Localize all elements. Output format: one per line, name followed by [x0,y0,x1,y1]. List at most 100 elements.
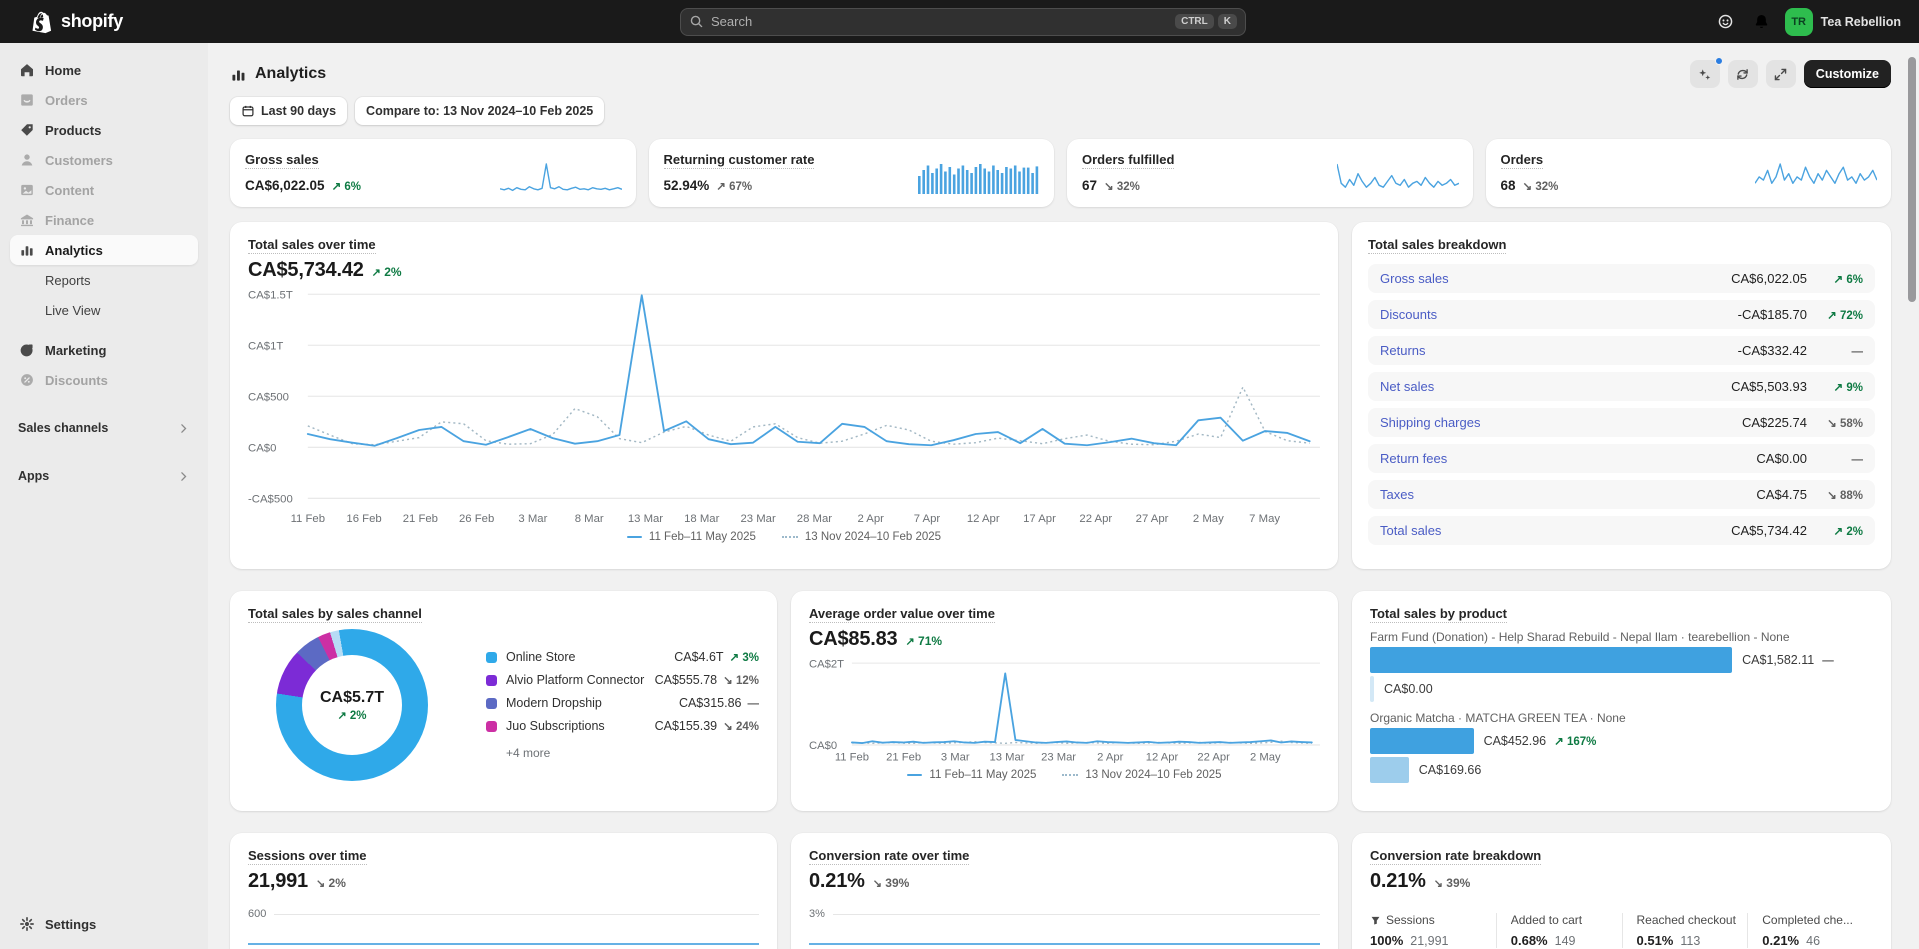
sidebar-item-live-view[interactable]: Live View [10,295,198,325]
card-title: Average order value over time [809,606,1320,621]
breakdown-row-discounts[interactable]: Discounts-CA$185.70↗ 72% [1368,300,1875,329]
sidebar-item-discounts[interactable]: Discounts [10,365,198,395]
content-icon [18,182,35,199]
svg-text:22 Apr: 22 Apr [1079,513,1112,525]
svg-text:16 Feb: 16 Feb [346,513,381,525]
sidebar-item-reports[interactable]: Reports [10,265,198,295]
bell-icon [1753,13,1770,30]
refresh-button[interactable] [1728,60,1758,88]
card-title: Sessions over time [248,848,759,863]
svg-text:2 May: 2 May [1193,513,1224,525]
sidebar-item-settings[interactable]: Settings [10,909,198,939]
funnel-step-count: 21,991 [1410,934,1448,948]
funnel-step-label: Reached checkout [1637,913,1748,927]
sidebar-item-marketing[interactable]: Marketing [10,335,198,365]
notifications-button[interactable] [1747,7,1777,37]
chart-legend: 11 Feb–11 May 2025 13 Nov 2024–10 Feb 20… [809,769,1320,781]
kpi-value: 68 [1501,178,1516,193]
svg-text:7 Apr: 7 Apr [914,513,941,525]
card-title: Total sales by product [1370,606,1873,621]
breakdown-link: Total sales [1380,523,1731,538]
more-channels-link[interactable]: +4 more [506,746,759,760]
kpi-card-gross-sales[interactable]: Gross salesCA$6,022.05↗ 6% [230,139,636,207]
sidebar-item-analytics[interactable]: Analytics [10,235,198,265]
svg-text:13 Mar: 13 Mar [989,751,1024,763]
funnel-step-values: 0.51%113 [1637,933,1748,948]
sidebar-item-label: Content [45,183,94,198]
sidebar-section-apps[interactable]: Apps [10,461,198,491]
kpi-sparkline [918,160,1040,196]
legend-previous: 13 Nov 2024–10 Feb 2025 [782,531,941,543]
breakdown-row-gross-sales[interactable]: Gross salesCA$6,022.05↗ 6% [1368,264,1875,293]
sidebar-section-sales-channels[interactable]: Sales channels [10,413,198,443]
axis-gridline: 3% [809,908,1320,920]
aov-delta: ↗ 71% [905,634,942,648]
breakdown-row-returns[interactable]: Returns-CA$332.42— [1368,336,1875,365]
legend-previous: 13 Nov 2024–10 Feb 2025 [1062,769,1221,781]
breakdown-rows: Gross salesCA$6,022.05↗ 6% Discounts-CA$1… [1368,264,1875,545]
svg-text:23 Mar: 23 Mar [740,513,775,525]
sidebar-settings: Settings [10,909,198,939]
conversion-chart-line [809,943,1320,945]
breakdown-row-total-sales[interactable]: Total salesCA$5,734.42↗ 2% [1368,516,1875,545]
kpi-card-returning-customer-rate[interactable]: Returning customer rate52.94%↗ 67% [649,139,1055,207]
funnel-step-values: 0.21%46 [1762,933,1873,948]
funnel-step-values: 100%21,991 [1370,933,1496,948]
notification-dot [1715,57,1723,65]
breakdown-row-net-sales[interactable]: Net salesCA$5,503.93↗ 9% [1368,372,1875,401]
product-bar-previous [1370,676,1374,702]
channel-swatch [486,698,497,709]
product-amount: CA$452.96 [1484,734,1547,748]
channel-row-alvio-platform-connector: Alvio Platform ConnectorCA$555.78↘ 12% [486,673,759,687]
breakdown-value: CA$6,022.05 [1731,271,1807,286]
breakdown-value: CA$4.75 [1756,487,1807,502]
scrollbar-track[interactable] [1905,43,1919,949]
shopify-bag-icon [30,9,55,34]
sidebar-item-content[interactable]: Content [10,175,198,205]
breakdown-row-return-fees[interactable]: Return feesCA$0.00— [1368,444,1875,473]
discounts-icon [18,372,35,389]
svg-text:8 Mar: 8 Mar [575,513,604,525]
svg-text:18 Mar: 18 Mar [684,513,719,525]
breakdown-row-taxes[interactable]: TaxesCA$4.75↘ 88% [1368,480,1875,509]
sidebar: HomeOrdersProductsCustomers Content Financ… [0,43,208,949]
sidebar-item-customers[interactable]: Customers [10,145,198,175]
breakdown-delta: ↗ 72% [1827,310,1863,322]
search-input[interactable]: Search CTRL K [680,8,1246,36]
kpi-value: 67 [1082,178,1097,193]
svg-text:CA$2T: CA$2T [809,658,844,670]
conversion-rate-breakdown-card: Conversion rate breakdown 0.21% ↘ 39% Se… [1352,833,1891,949]
total-sales-over-time-card: Total sales over time CA$5,734.42 ↗ 2% C… [230,222,1338,569]
kpi-card-orders-fulfilled[interactable]: Orders fulfilled67↘ 32% [1067,139,1473,207]
sidebar-item-finance[interactable]: Finance [10,205,198,235]
funnel-step-sessions: Sessions100%21,991 [1370,913,1496,948]
sidebar-item-products[interactable]: Products [10,115,198,145]
kpi-sparkline [1755,160,1877,196]
channel-amount: CA$315.86 [679,696,742,710]
scrollbar-thumb[interactable] [1908,57,1916,302]
total-sales-breakdown-card: Total sales breakdown Gross salesCA$6,02… [1352,222,1891,569]
breakdown-row-shipping-charges[interactable]: Shipping chargesCA$225.74↘ 58% [1368,408,1875,437]
assistant-button[interactable] [1711,7,1741,37]
magic-insights-button[interactable] [1690,60,1720,88]
channel-label: Juo Subscriptions [506,719,605,733]
channel-value: CA$315.86— [679,696,759,710]
chart-legend: 11 Feb–11 May 2025 13 Nov 2024–10 Feb 20… [248,531,1320,543]
sidebar-item-home[interactable]: Home [10,55,198,85]
breakdown-delta: — [1852,454,1864,466]
customize-button[interactable]: Customize [1804,60,1891,88]
date-range-button[interactable]: Last 90 days [230,97,347,125]
kpi-card-orders[interactable]: Orders68↘ 32% [1486,139,1892,207]
account-menu[interactable]: TR Tea Rebellion [1783,6,1909,38]
card-title: Total sales by sales channel [248,606,759,621]
breakdown-value: CA$0.00 [1756,451,1807,466]
shopify-admin-window: shopify Search CTRL K TR Tea Rebellion H… [0,0,1919,949]
breakdown-link: Returns [1380,343,1738,358]
marketing-icon [18,342,35,359]
sidebar-item-orders[interactable]: Orders [10,85,198,115]
fullscreen-button[interactable] [1766,60,1796,88]
svg-text:2 Apr: 2 Apr [1097,751,1123,763]
channel-value: CA$155.39↘ 24% [655,719,759,733]
compare-button[interactable]: Compare to: 13 Nov 2024–10 Feb 2025 [355,97,604,125]
shopify-logo[interactable]: shopify [30,9,123,34]
